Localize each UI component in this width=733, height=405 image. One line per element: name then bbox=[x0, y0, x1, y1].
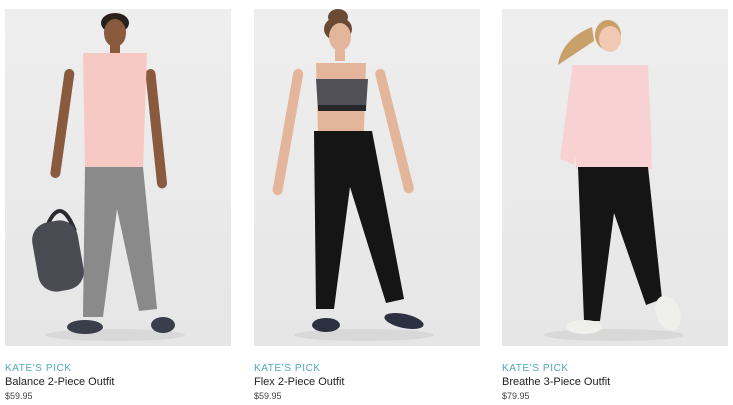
product-card-flex[interactable]: KATE'S PICK Flex 2-Piece Outfit $59.95 bbox=[254, 0, 480, 405]
product-name[interactable]: Flex 2-Piece Outfit bbox=[254, 376, 344, 388]
product-price: $79.95 bbox=[502, 391, 530, 401]
product-card-breathe[interactable]: KATE'S PICK Breathe 3-Piece Outfit $79.9… bbox=[502, 0, 728, 405]
product-tag: KATE'S PICK bbox=[254, 363, 321, 374]
product-image[interactable] bbox=[5, 9, 231, 346]
model-photo bbox=[32, 13, 185, 341]
model-photo bbox=[272, 9, 434, 341]
product-tag: KATE'S PICK bbox=[502, 363, 569, 374]
product-name[interactable]: Breathe 3-Piece Outfit bbox=[502, 376, 610, 388]
product-price: $59.95 bbox=[5, 391, 33, 401]
model-photo bbox=[544, 20, 684, 341]
product-name[interactable]: Balance 2-Piece Outfit bbox=[5, 376, 114, 388]
product-card-balance[interactable]: KATE'S PICK Balance 2-Piece Outfit $59.9… bbox=[5, 0, 231, 405]
product-tag: KATE'S PICK bbox=[5, 363, 72, 374]
product-image[interactable] bbox=[254, 9, 480, 346]
product-price: $59.95 bbox=[254, 391, 282, 401]
product-image[interactable] bbox=[502, 9, 728, 346]
